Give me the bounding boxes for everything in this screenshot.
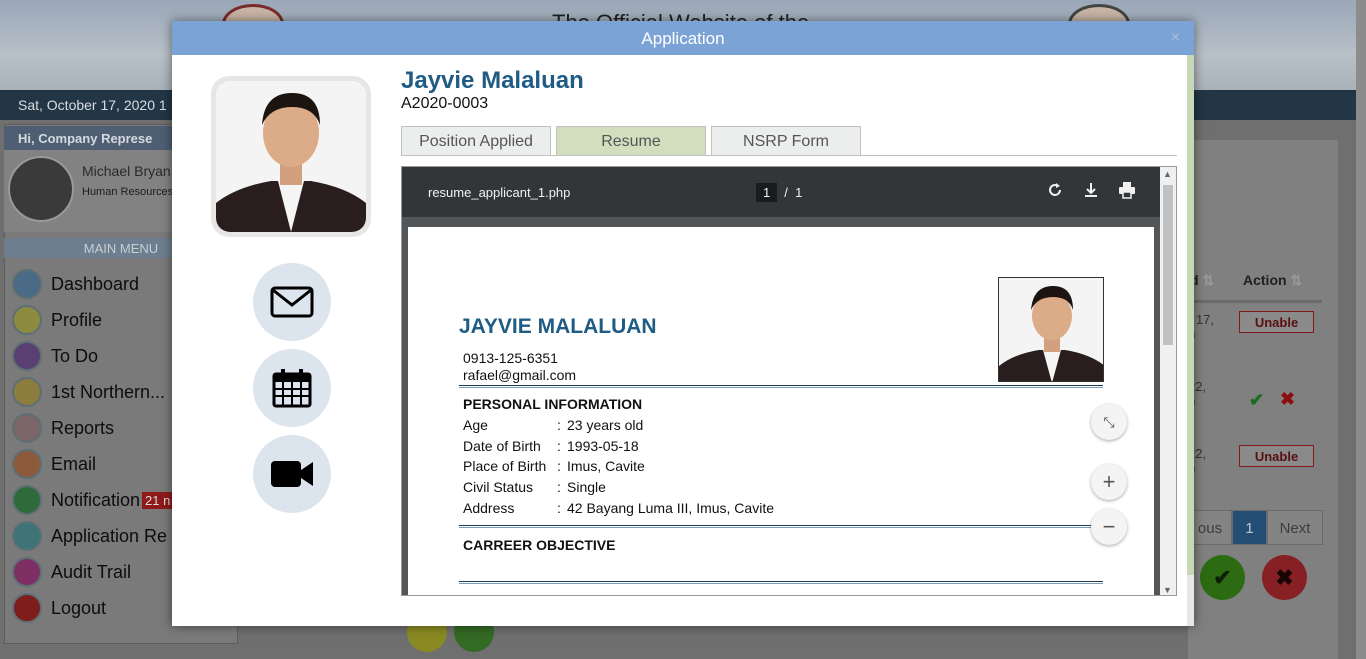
table-header-rule (1188, 300, 1322, 303)
modal-title: Application (641, 29, 725, 48)
approve-all-button[interactable]: ✔ (1200, 555, 1245, 600)
field-age: Age:23 years old (463, 417, 644, 433)
video-call-button[interactable] (253, 435, 331, 513)
notification-badge: 21 n (142, 491, 174, 509)
power-icon (12, 593, 42, 623)
applicant-id: A2020-0003 (401, 95, 489, 112)
resume-rule (459, 581, 1103, 584)
applicant-photo-frame (211, 76, 371, 237)
applicant-name: Jayvie Malaluan (401, 67, 584, 94)
send-email-button[interactable] (253, 263, 331, 341)
audit-icon (12, 557, 42, 587)
application-modal: Application × Jayvie Malaluan A2020-0003… (172, 21, 1194, 626)
pdf-scrollbar[interactable]: ▲ ▼ (1160, 167, 1176, 595)
schedule-interview-button[interactable] (253, 349, 331, 427)
unable-button-3[interactable]: Unable (1239, 445, 1314, 467)
pdf-toolbar: resume_applicant_1.php 1 / 1 (402, 167, 1176, 217)
table-header-action: Action ⇅ (1243, 272, 1303, 288)
pager-page-1[interactable]: 1 (1232, 510, 1267, 545)
reports-icon (12, 413, 42, 443)
calendar-icon (272, 369, 312, 408)
close-icon[interactable]: × (1171, 29, 1180, 47)
resume-phone: 0913-125-6351 (463, 350, 558, 366)
resume-photo (998, 277, 1104, 382)
avatar (8, 156, 74, 222)
field-place-of-birth: Place of Birth: Imus, Cavite (463, 458, 645, 474)
application-tabs: Position Applied Resume NSRP Form (401, 126, 1177, 156)
pdf-viewer[interactable]: resume_applicant_1.php 1 / 1 JAYVIE MALA… (401, 166, 1177, 596)
zoom-in-icon[interactable]: + (1091, 464, 1127, 500)
dashboard-icon (12, 269, 42, 299)
page-scrollbar[interactable] (1356, 0, 1366, 659)
pdf-page-input[interactable]: 1 (756, 183, 778, 202)
pager-next[interactable]: Next (1267, 510, 1323, 545)
print-icon[interactable] (1118, 181, 1136, 199)
pdf-page-indicator: 1 / 1 (756, 183, 802, 202)
tab-position-applied[interactable]: Position Applied (401, 126, 551, 156)
bell-icon (12, 485, 42, 515)
pdf-file-name: resume_applicant_1.php (428, 185, 571, 200)
bookmark-icon (12, 521, 42, 551)
building-icon (12, 377, 42, 407)
reject-all-button[interactable]: ✖ (1262, 555, 1307, 600)
personal-info-heading: PERSONAL INFORMATION (463, 396, 643, 412)
unable-button-1[interactable]: Unable (1239, 311, 1314, 333)
pager-previous[interactable]: ous (1188, 510, 1232, 545)
career-objective-heading: CARREER OBJECTIVE (463, 537, 616, 553)
scroll-down-icon[interactable]: ▼ (1163, 585, 1172, 595)
scroll-up-icon[interactable]: ▲ (1163, 169, 1172, 179)
envelope-icon (270, 286, 314, 318)
resume-name: JAYVIE MALALUAN (459, 315, 657, 338)
fit-page-icon[interactable]: ⤡ (1091, 404, 1127, 440)
approve-icon[interactable]: ✔ (1249, 390, 1264, 411)
download-icon[interactable] (1082, 181, 1100, 199)
tab-resume[interactable]: Resume (556, 126, 706, 156)
current-date: Sat, October 17, 2020 1 (18, 97, 167, 113)
field-date-of-birth: Date of Birth:1993-05-18 (463, 438, 639, 454)
tab-nsrp-form[interactable]: NSRP Form (711, 126, 861, 156)
profile-icon (12, 305, 42, 335)
video-camera-icon (271, 461, 313, 487)
zoom-out-icon[interactable]: − (1091, 509, 1127, 545)
email-icon (12, 449, 42, 479)
rotate-icon[interactable] (1046, 181, 1064, 199)
modal-header: Application × (172, 21, 1194, 55)
resume-email: rafael@gmail.com (463, 367, 577, 383)
field-civil-status: Civil Status: Single (463, 479, 606, 495)
resume-rule (459, 525, 1103, 528)
field-address: Address:42 Bayang Luma III, Imus, Cavite (463, 500, 774, 516)
applicant-photo (216, 81, 366, 232)
modal-scrollbar[interactable] (1187, 55, 1194, 626)
reject-icon[interactable]: ✖ (1280, 389, 1295, 410)
user-role: Human Resources (82, 186, 174, 198)
todo-icon (12, 341, 42, 371)
resume-rule (459, 385, 1103, 388)
pdf-page: JAYVIE MALALUAN 0913-125-6351 rafael@gma… (408, 227, 1154, 595)
user-name: Michael Bryan (82, 163, 171, 179)
